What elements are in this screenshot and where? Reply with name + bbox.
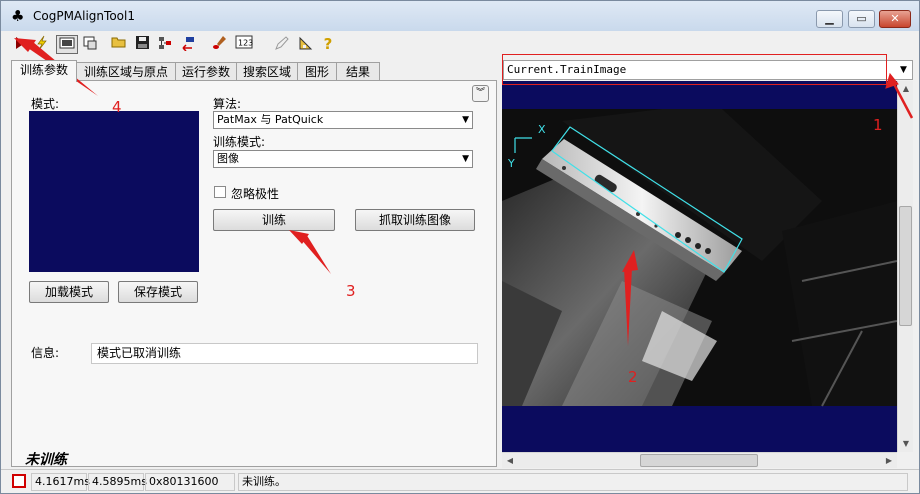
scroll-down-icon[interactable]: ▼ — [898, 439, 914, 448]
train-mode-label: 训练模式: — [213, 135, 266, 149]
scroll-up-icon[interactable]: ▲ — [898, 84, 914, 93]
tab-train-params[interactable]: 训练参数 — [11, 60, 77, 82]
annotation-4: 4 — [112, 98, 122, 116]
algorithm-select[interactable]: PatMax 与 PatQuick ▼ — [213, 111, 473, 129]
save-button[interactable] — [132, 35, 152, 54]
info-field: 模式已取消训练 — [91, 343, 478, 364]
numeric-input-button[interactable]: 123 — [233, 35, 255, 54]
floating-window-icon — [83, 36, 97, 50]
horizontal-scrollbar[interactable]: ◀ ▶ — [502, 452, 897, 468]
help-button[interactable]: ? — [318, 35, 338, 54]
collapse-button[interactable]: ︾ — [472, 85, 489, 102]
status-code: 0x80131600 — [145, 473, 235, 491]
run-icon — [16, 37, 25, 49]
tree-structure-icon — [159, 37, 171, 49]
tab-graphics[interactable]: 图形 — [297, 62, 337, 81]
dropdown-arrow-icon: ▼ — [462, 115, 469, 125]
train-image-canvas: X Y — [502, 109, 897, 407]
load-model-button[interactable]: 加载模式 — [29, 281, 109, 303]
pencil-disabled-icon — [275, 36, 289, 50]
ignore-polarity-checkbox[interactable] — [214, 186, 226, 198]
scroll-left-icon[interactable]: ◀ — [502, 456, 518, 465]
status-time-1: 4.1617ms — [31, 473, 90, 491]
tab-results[interactable]: 结果 — [336, 62, 380, 81]
status-message: 未训练。 — [238, 473, 908, 491]
info-label: 信息: — [31, 346, 60, 360]
tab-run-params[interactable]: 运行参数 — [175, 62, 237, 81]
window-title: CogPMAlignTool1 — [33, 9, 135, 23]
status-error-icon — [12, 474, 26, 488]
dropdown-arrow-icon: ▼ — [462, 154, 469, 164]
vertical-scrollbar[interactable]: ▲ ▼ — [897, 81, 913, 452]
tab-search-region[interactable]: 搜索区域 — [236, 62, 298, 81]
triangle-ruler-icon — [299, 36, 313, 50]
reset-button[interactable] — [155, 35, 175, 54]
double-chevron-down-icon: ︾ — [475, 88, 485, 98]
annotation-3: 3 — [346, 282, 356, 300]
algorithm-value: PatMax 与 PatQuick — [217, 113, 324, 126]
status-time-2: 4.5895ms — [88, 473, 147, 491]
paint-brush-icon — [213, 36, 226, 49]
floating-panel-button[interactable] — [80, 35, 100, 54]
vertical-scroll-thumb[interactable] — [899, 206, 912, 326]
tab-train-region[interactable]: 训练区域与原点 — [76, 62, 176, 81]
floppy-disk-icon — [135, 36, 149, 49]
return-arrow-icon — [182, 37, 194, 52]
electric-mode-button[interactable] — [32, 35, 52, 54]
annotation-highlight-box — [502, 54, 887, 85]
edit-graphics-button[interactable] — [210, 35, 230, 54]
title-bar: ♣ CogPMAlignTool1 ▁ ▭ ✕ — [1, 1, 919, 31]
pencil-tool-button[interactable] — [272, 35, 292, 54]
reset-state-button[interactable] — [178, 35, 198, 54]
close-button[interactable]: ✕ — [879, 10, 911, 28]
folder-open-icon — [111, 37, 126, 48]
algorithm-label: 算法: — [213, 97, 242, 111]
question-mark-icon: ? — [323, 35, 333, 53]
axis-y-label: Y — [507, 157, 515, 170]
maximize-button[interactable]: ▭ — [848, 10, 875, 28]
image-display[interactable]: X Y — [502, 81, 897, 452]
panel-icon — [59, 37, 75, 49]
camera-image — [502, 109, 897, 407]
minimize-button[interactable]: ▁ — [816, 10, 843, 28]
numeric-123-icon: 123 — [235, 35, 253, 49]
annotation-1: 1 — [873, 116, 883, 134]
grab-train-image-button[interactable]: 抓取训练图像 — [355, 209, 475, 231]
dropdown-arrow-icon: ▼ — [900, 65, 907, 75]
run-button[interactable] — [10, 35, 30, 54]
svg-text:123: 123 — [238, 39, 253, 48]
model-preview — [29, 111, 199, 272]
train-mode-value: 图像 — [217, 152, 239, 165]
lightning-icon — [37, 35, 47, 51]
save-model-button[interactable]: 保存模式 — [118, 281, 198, 303]
annotation-2: 2 — [628, 368, 638, 386]
open-button[interactable] — [109, 35, 129, 54]
status-bar: 4.1617ms 4.5895ms 0x80131600 未训练。 — [1, 469, 919, 493]
ignore-polarity-label: 忽略极性 — [231, 187, 280, 201]
train-button[interactable]: 训练 — [213, 209, 335, 231]
scroll-right-icon[interactable]: ▶ — [881, 456, 897, 465]
train-status: 未训练 — [25, 452, 67, 468]
axis-x-label: X — [538, 123, 546, 136]
app-club-icon: ♣ — [11, 7, 25, 25]
train-mode-select[interactable]: 图像 ▼ — [213, 150, 473, 168]
ruler-tool-button[interactable] — [296, 35, 316, 54]
horizontal-scroll-thumb[interactable] — [640, 454, 758, 467]
show-control-button[interactable] — [56, 35, 78, 54]
model-label: 模式: — [31, 97, 60, 111]
